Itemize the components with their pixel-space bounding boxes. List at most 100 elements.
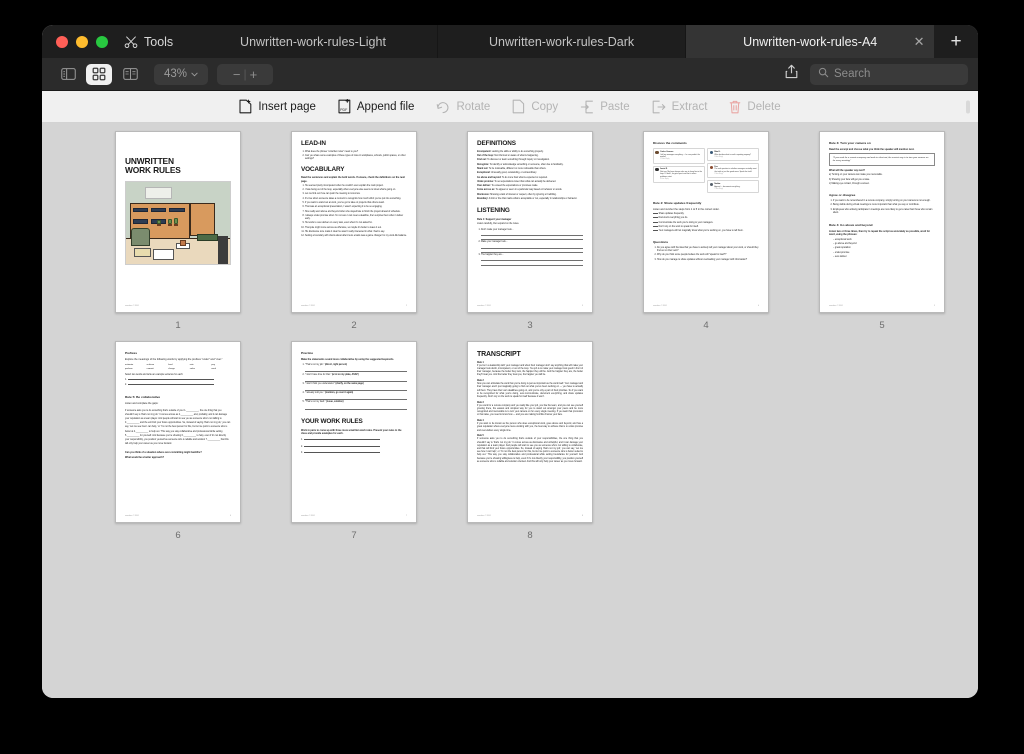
rule1-instruction: Listen carefully, then expand on the not… xyxy=(477,223,520,226)
page-thumbnail-6[interactable]: Prefixes Explore the meanings of the fol… xyxy=(115,341,241,523)
word-item: achieve xyxy=(146,363,155,366)
cover-title: UNWRITTEN WORK RULES xyxy=(125,156,181,176)
note-row: Don't make your manager look... xyxy=(481,229,583,241)
zoom-in-button[interactable]: + xyxy=(250,68,258,81)
leadin-heading: LEAD-IN xyxy=(301,140,326,147)
page-edit-toolbar: Insert page PDF Append file Rotate Copy … xyxy=(42,91,978,123)
paste-icon xyxy=(580,100,594,114)
vertical-scrollbar[interactable] xyxy=(970,123,978,698)
definition-row: Boundary: A limit or line that marks wha… xyxy=(477,198,583,201)
tab-a4[interactable]: Unwritten-work-rules-A4 ✕ xyxy=(686,25,935,58)
toolbar-grabber[interactable] xyxy=(966,100,970,113)
zoom-out-button[interactable]: − xyxy=(233,68,241,81)
page-thumbnail-4[interactable]: Discuss the comments Carlos Jimenez I te… xyxy=(643,131,769,313)
definition-text: To discover or learn something through i… xyxy=(487,159,550,162)
comment-meta: 12 likes Reply xyxy=(660,159,670,161)
prefixes-sub-instruction: Select two words and write an example se… xyxy=(125,374,184,377)
paste-label: Paste xyxy=(600,100,630,113)
excerpt-quote: "If you work for a remote company and wo… xyxy=(829,153,935,167)
footer-right: 8 xyxy=(582,515,583,518)
trash-icon xyxy=(729,100,741,114)
tools-label: Tools xyxy=(144,34,174,49)
sidebar-toggle-button[interactable] xyxy=(55,64,81,85)
page-cell-6[interactable]: Prefixes Explore the meanings of the fol… xyxy=(90,341,266,541)
mc-option: a) Turning on your camera can make you m… xyxy=(829,174,883,177)
copy-icon xyxy=(512,99,525,114)
word-item: work xyxy=(211,368,217,371)
vocab-item: Setting a boundary with clients about af… xyxy=(305,235,407,238)
minimize-window-button[interactable] xyxy=(76,35,88,48)
prompt-text: "That's not my fault." xyxy=(305,401,326,404)
listening-heading: LISTENING xyxy=(477,207,510,215)
two-page-view-button[interactable] xyxy=(117,64,143,85)
comment-card: Dev The real question is whether manager… xyxy=(707,163,759,179)
vocab-item: She really went above and beyond when sh… xyxy=(305,211,407,214)
agree-list: If you want to be remembered in a remote… xyxy=(833,200,935,215)
definition-term: Dismissive: xyxy=(477,193,490,196)
page-number-label-4: 4 xyxy=(703,320,709,331)
word-item: value xyxy=(189,368,196,371)
close-window-button[interactable] xyxy=(56,35,68,48)
step-text: Communicate the work you're doing to you… xyxy=(658,221,714,224)
page-cell-1[interactable]: UNWRITTEN WORK RULES unwritten © 2024 1 xyxy=(90,131,266,331)
search-input[interactable]: Search xyxy=(810,63,968,85)
page-thumbnail-2[interactable]: LEAD-IN What does the phrase "unwritten … xyxy=(291,131,417,313)
comment-meta: 4 likes Reply xyxy=(660,178,669,180)
tab-dark[interactable]: Unwritten-work-rules-Dark xyxy=(437,25,687,58)
definition-row: Exceptional: Unusually good, outstanding… xyxy=(477,172,583,175)
definitions-heading: DEFINITIONS xyxy=(477,140,516,147)
vocabulary-instruction: Read the sentences and explain the bold … xyxy=(301,176,405,183)
traffic-lights xyxy=(42,25,120,58)
agree-disagree-title: Agree or disagree xyxy=(829,193,856,198)
page-thumbnail-8[interactable]: TRANSCRIPT Rule 1 If you're in a leaders… xyxy=(467,341,593,523)
tools-button[interactable]: Tools xyxy=(120,25,189,58)
tab-a4-label: Unwritten-work-rules-A4 xyxy=(743,34,878,49)
final-blank-row: 2. xyxy=(301,445,407,449)
grid-view-button[interactable] xyxy=(86,63,112,85)
tab-light[interactable]: Unwritten-work-rules-Light xyxy=(189,25,438,58)
page-cell-7[interactable]: Practice Make the statements sound more … xyxy=(266,341,442,541)
footer-right: 4 xyxy=(758,305,759,308)
page-cell-3[interactable]: DEFINITIONS Incompetent: Lacking the ski… xyxy=(442,131,618,331)
thumbnail-canvas[interactable]: UNWRITTEN WORK RULES unwritten © 2024 1 … xyxy=(42,123,978,698)
close-icon[interactable]: ✕ xyxy=(912,35,926,49)
definition-row: Over-deliver: To exceed the expectations… xyxy=(477,185,583,188)
maximize-window-button[interactable] xyxy=(96,35,108,48)
page-number-label-7: 7 xyxy=(351,530,357,541)
share-button[interactable] xyxy=(778,63,804,85)
zoom-level-dropdown[interactable]: 43% xyxy=(154,63,208,85)
new-tab-button[interactable]: + xyxy=(934,25,978,58)
page-cell-8[interactable]: TRANSCRIPT Rule 1 If you're in a leaders… xyxy=(442,341,618,541)
step-text: Your managers will not magically know wh… xyxy=(658,230,744,233)
page-thumbnail-1[interactable]: UNWRITTEN WORK RULES unwritten © 2024 xyxy=(115,131,241,313)
definition-term: Come across as: xyxy=(477,189,496,192)
prompt-hint: (mention, go over it again) xyxy=(325,392,354,395)
page-thumbnail-7[interactable]: Practice Make the statements sound more … xyxy=(291,341,417,523)
insert-page-button[interactable]: Insert page xyxy=(239,99,316,114)
step-text: Don't rely on the work to speak for itse… xyxy=(658,225,699,228)
page-footer: unwritten © 2024 5 xyxy=(829,305,935,308)
page-thumbnail-5[interactable]: Rule 3: Turn your camera on Read the exc… xyxy=(819,131,945,313)
zoom-stepper-group: − | + xyxy=(217,63,273,85)
footer-left: unwritten © 2024 xyxy=(829,305,843,308)
scissors-icon xyxy=(124,35,138,49)
definition-text: To do more than what is expected or requ… xyxy=(501,176,548,179)
transcript-rule-text: Now you can articulate the work that you… xyxy=(477,383,583,398)
definition-term: Over-deliver: xyxy=(477,185,491,188)
page-thumbnail-3[interactable]: DEFINITIONS Incompetent: Lacking the ski… xyxy=(467,131,593,313)
search-placeholder: Search xyxy=(834,68,871,80)
question-item: Why do you think some people believe the… xyxy=(657,254,759,257)
practice-item: "That's not my fault." (issue, solution) xyxy=(305,401,407,410)
step-row: Share updates frequently. xyxy=(653,213,759,216)
append-file-button[interactable]: PDF Append file xyxy=(338,99,414,114)
vocab-item: He seemed pretty incompetent when he cou… xyxy=(305,185,407,188)
comment-card: Jamie R. Not true. My boss always asks m… xyxy=(653,165,705,184)
page-cell-4[interactable]: Discuss the comments Carlos Jimenez I te… xyxy=(618,131,794,331)
rule5-title: Rule 5: Be collaborative xyxy=(125,394,161,399)
footer-right: 3 xyxy=(582,305,583,308)
page-cell-5[interactable]: Rule 3: Turn your camera on Read the exc… xyxy=(794,131,970,331)
page-number-label-8: 8 xyxy=(527,530,533,541)
questions-list: Do you agree with the idea that you have… xyxy=(657,247,759,262)
page-cell-2[interactable]: LEAD-IN What does the phrase "unwritten … xyxy=(266,131,442,331)
page-8-content: TRANSCRIPT Rule 1 If you're in a leaders… xyxy=(468,342,592,522)
